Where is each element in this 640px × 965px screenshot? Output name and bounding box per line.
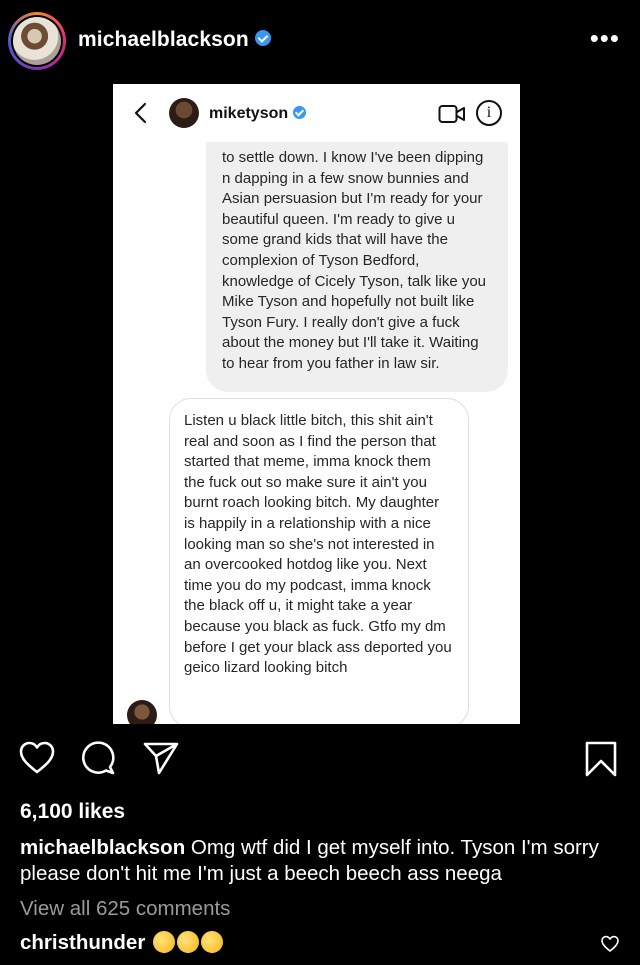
likes-count[interactable]: 6,100 likes: [20, 800, 125, 824]
info-icon: i: [476, 100, 502, 126]
dm-header: miketyson i: [113, 84, 520, 142]
more-icon[interactable]: •••: [590, 25, 620, 51]
dm-verified-icon: [293, 106, 307, 119]
profile-avatar[interactable]: [8, 12, 66, 70]
share-icon[interactable]: [142, 740, 180, 776]
dm-avatar: [169, 98, 199, 128]
post-username-text[interactable]: michaelblackson: [78, 28, 249, 51]
post-header: michaelblackson •••: [0, 0, 640, 82]
view-comments-link[interactable]: View all 625 comments: [20, 897, 230, 921]
message-bubble-reply: Listen u black little bitch, this shit a…: [169, 398, 469, 724]
laughing-emoji-icon: [174, 927, 202, 956]
laughing-emoji-icon: [198, 927, 226, 956]
dm-name: miketyson: [209, 105, 307, 123]
comment-icon[interactable]: [80, 740, 116, 776]
comment-username[interactable]: christhunder: [20, 931, 145, 954]
post-username[interactable]: michaelblackson: [78, 28, 271, 52]
verified-badge-icon: [254, 30, 271, 47]
message-sender-avatar: [127, 700, 157, 724]
message-bubble-received: to settle down. I know I've been dipping…: [206, 124, 508, 392]
message-received-text: to settle down. I know I've been dipping…: [222, 149, 487, 372]
back-icon: [134, 102, 147, 124]
comment-like-icon[interactable]: [600, 935, 620, 953]
post-actions: [0, 740, 640, 790]
heart-icon[interactable]: [18, 740, 56, 776]
post-caption: michaelblackson Omg wtf did I get myself…: [20, 835, 625, 887]
comment-item: christhunder: [20, 927, 226, 956]
post-image[interactable]: miketyson i to settle down. I know I've …: [113, 84, 520, 724]
dm-name-text: miketyson: [209, 105, 289, 122]
caption-username[interactable]: michaelblackson: [20, 836, 185, 859]
laughing-emoji-icon: [150, 927, 178, 956]
video-icon: [438, 105, 465, 123]
bookmark-icon[interactable]: [584, 740, 618, 778]
message-reply-text: Listen u black little bitch, this shit a…: [184, 412, 452, 677]
